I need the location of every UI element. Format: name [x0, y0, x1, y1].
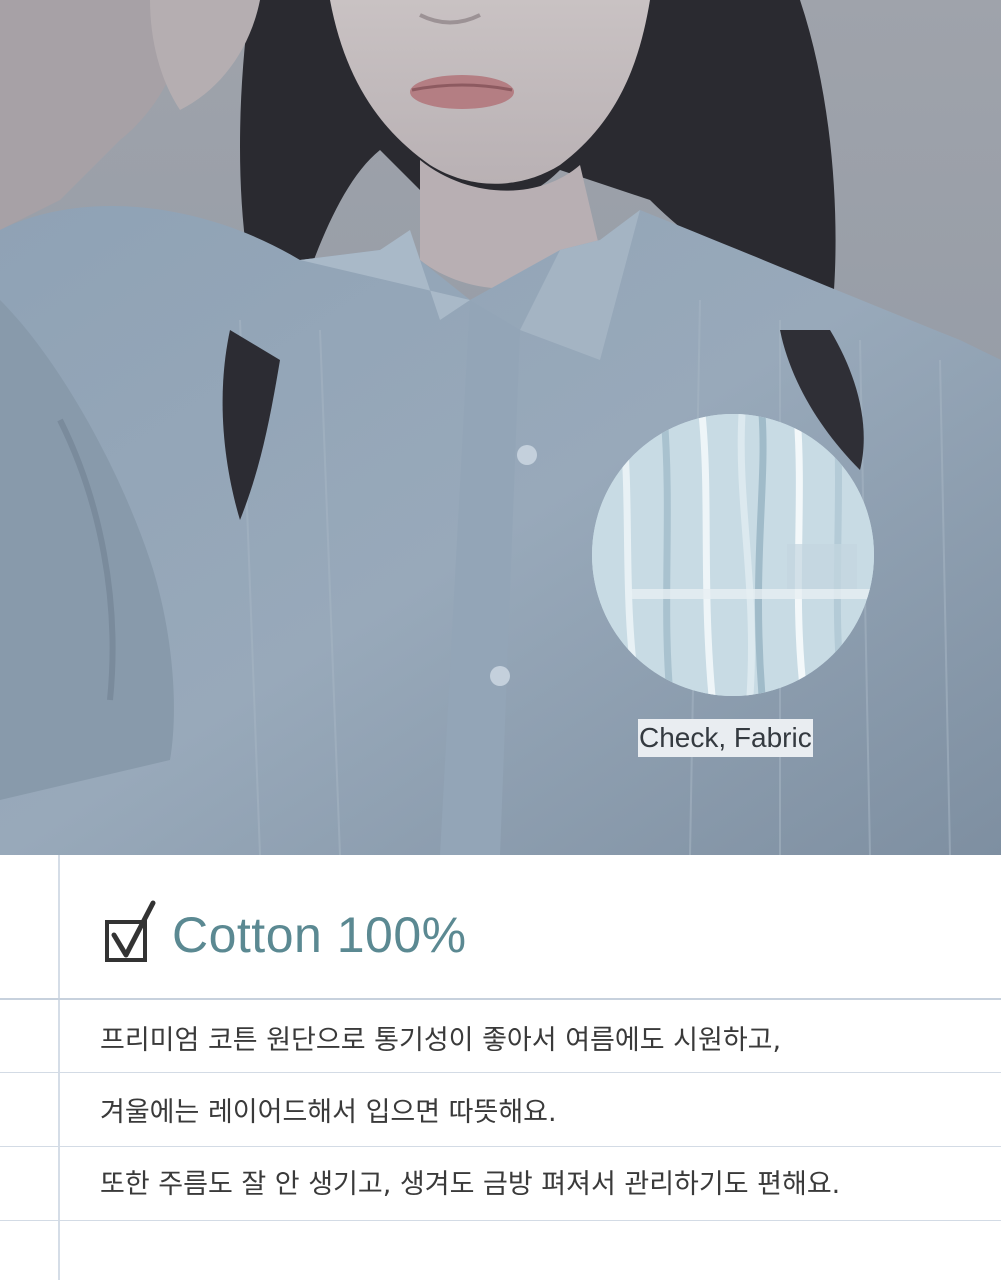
notebook-rule: [0, 1220, 1001, 1221]
notebook-rule: [0, 1072, 1001, 1073]
fabric-texture-image: [592, 414, 874, 696]
notebook-rule: [0, 998, 1001, 1000]
fabric-zoom-label: Check, Fabric: [638, 719, 813, 757]
feature-heading: Cotton 100%: [104, 895, 467, 975]
checkbox-checked-icon: [105, 900, 156, 962]
notebook-rule: [0, 1146, 1001, 1147]
product-photo: Check, Fabric: [0, 0, 1001, 855]
description-line: 프리미엄 코튼 원단으로 통기성이 좋아서 여름에도 시원하고,: [100, 1025, 782, 1056]
fabric-zoom-circle: [592, 414, 874, 696]
feature-notebook: Cotton 100% 프리미엄 코튼 원단으로 통기성이 좋아서 여름에도 시…: [0, 855, 1001, 1280]
description-line: 또한 주름도 잘 안 생기고, 생겨도 금방 펴져서 관리하기도 편해요.: [100, 1169, 841, 1200]
product-detail-page: Check, Fabric Cotton 100% 프리미엄 코튼 원단으로 통…: [0, 0, 1001, 1280]
description-line: 겨울에는 레이어드해서 입으면 따뜻해요.: [100, 1097, 557, 1128]
notebook-margin-line: [58, 855, 60, 1280]
feature-title: Cotton 100%: [172, 907, 467, 963]
